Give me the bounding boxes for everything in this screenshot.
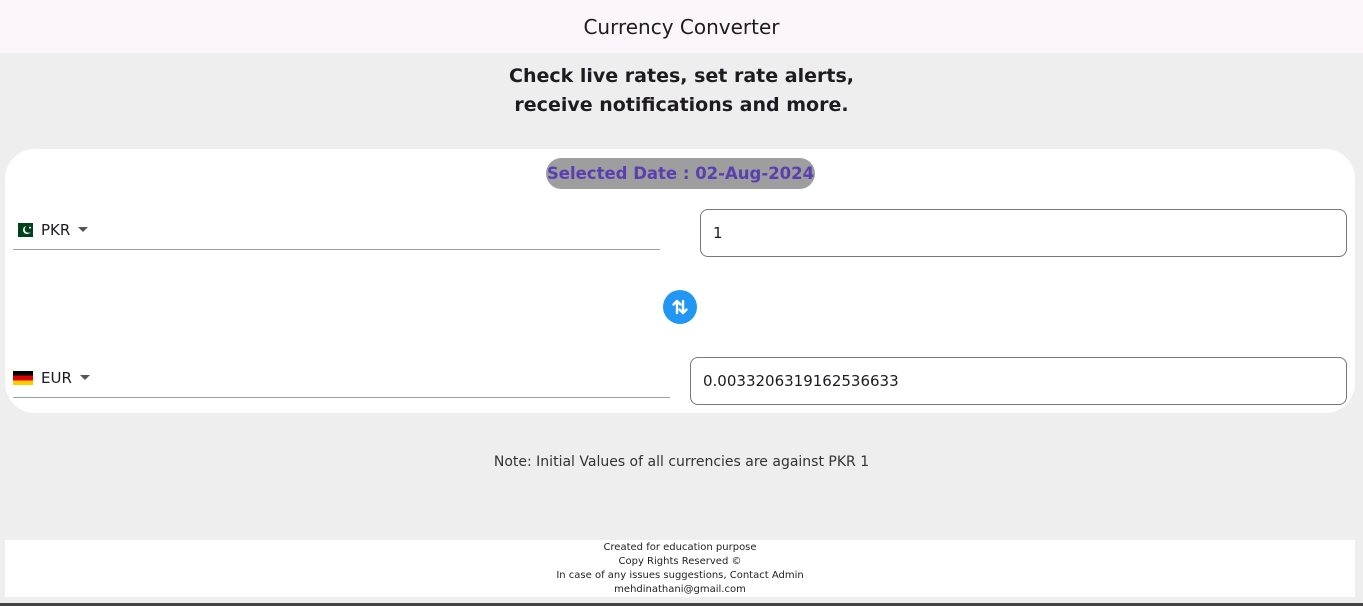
swap-vertical-icon xyxy=(672,299,688,315)
app-bar: Currency Converter xyxy=(0,0,1363,53)
swap-currencies-button[interactable] xyxy=(663,290,697,324)
converter-card: Selected Date : 02-Aug-2024 PKR 1 EUR 0.… xyxy=(5,149,1355,413)
from-currency-dropdown[interactable]: PKR xyxy=(13,210,660,250)
footer: Created for education purpose Copy Right… xyxy=(5,540,1355,597)
app-title: Currency Converter xyxy=(583,14,780,39)
footer-line-3: In case of any issues suggestions, Conta… xyxy=(556,570,804,581)
tagline: Check live rates, set rate alerts, recei… xyxy=(0,62,1363,120)
from-currency-code: PKR xyxy=(41,220,71,239)
selected-date-chip[interactable]: Selected Date : 02-Aug-2024 xyxy=(546,158,815,189)
germany-flag-icon xyxy=(13,370,33,385)
chevron-down-icon xyxy=(78,227,89,232)
tagline-line-2: receive notifications and more. xyxy=(514,94,849,116)
footer-email: mehdinathani@gmail.com xyxy=(614,584,746,595)
from-amount-value: 1 xyxy=(713,224,723,242)
to-currency-code: EUR xyxy=(41,368,72,387)
footer-line-1: Created for education purpose xyxy=(603,542,757,553)
pakistan-flag-icon xyxy=(13,222,33,237)
from-amount-input[interactable]: 1 xyxy=(700,209,1347,257)
to-amount-input[interactable]: 0.0033206319162536633 xyxy=(690,357,1347,405)
to-currency-dropdown[interactable]: EUR xyxy=(13,358,670,398)
tagline-line-1: Check live rates, set rate alerts, xyxy=(509,65,854,87)
footer-line-2: Copy Rights Reserved © xyxy=(618,556,742,567)
chevron-down-icon xyxy=(79,375,90,380)
note-text: Note: Initial Values of all currencies a… xyxy=(493,454,870,470)
to-amount-value: 0.0033206319162536633 xyxy=(703,372,899,390)
